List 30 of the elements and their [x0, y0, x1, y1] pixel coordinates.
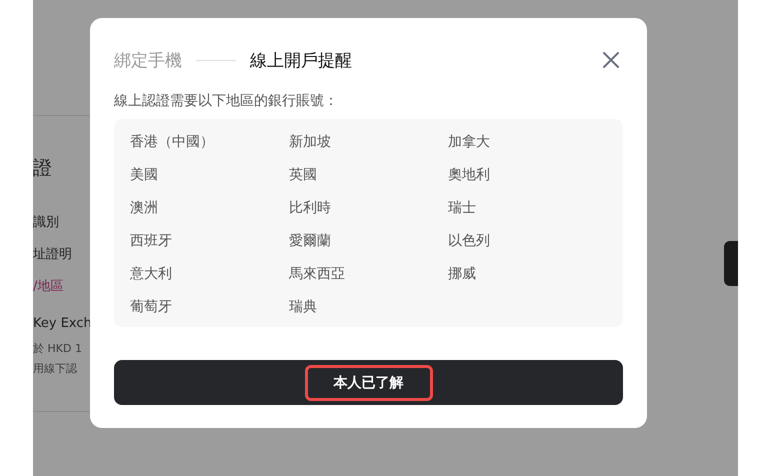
requirement-label: 識別	[33, 214, 60, 232]
region-name: 瑞典	[289, 298, 318, 316]
region-name: 英國	[289, 166, 318, 184]
step-label: 線上開戶提醒	[250, 50, 352, 72]
note-text: 於 HKD 1	[33, 341, 83, 357]
step-label: 綁定手機	[114, 50, 182, 72]
region-name: 葡萄牙	[130, 298, 173, 316]
region-name: 澳洲	[130, 198, 159, 216]
region-name: 挪威	[448, 264, 477, 282]
region-name: 新加坡	[289, 132, 332, 150]
region-name: 瑞士	[448, 198, 477, 216]
section-heading: 證	[33, 156, 53, 180]
region-name: 意大利	[130, 264, 173, 282]
requirement-label: /地區	[33, 278, 64, 296]
close-icon[interactable]	[602, 51, 620, 69]
dark-button[interactable]	[724, 241, 738, 286]
region-name: 美國	[130, 166, 159, 184]
region-name: 西班牙	[130, 232, 173, 250]
region-name: 比利時	[289, 198, 332, 216]
region-name: 加拿大	[448, 132, 491, 150]
note-text: 用線下認	[33, 361, 78, 377]
requirement-label: 址證明	[33, 246, 73, 264]
region-name: 香港（中國）	[130, 132, 215, 150]
region-name: 馬來西亞	[289, 264, 346, 282]
account-title: Key Exch	[33, 316, 90, 331]
region-name: 奧地利	[448, 166, 491, 184]
confirm-button[interactable]: 本人已了解	[114, 360, 623, 405]
region-name: 以色列	[448, 232, 491, 250]
intro-text: 線上認證需要以下地區的銀行賬號：	[114, 92, 339, 111]
region-name: 愛爾蘭	[289, 232, 332, 250]
